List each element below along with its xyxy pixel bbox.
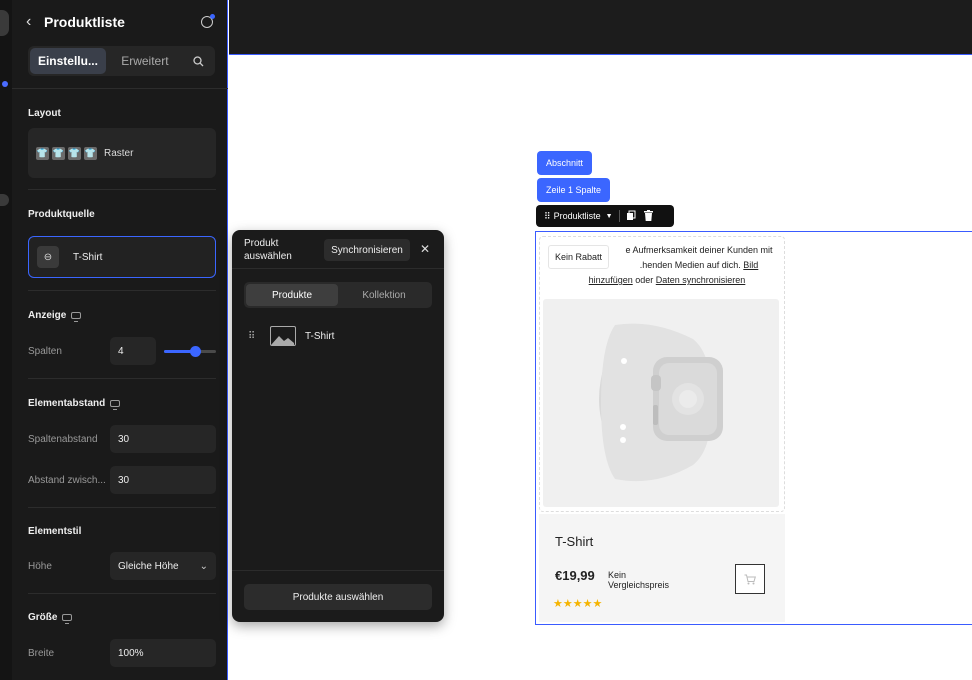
- product-media-area: e Aufmerksamkeit deiner Kunden mit .hend…: [539, 236, 785, 512]
- product-title[interactable]: T-Shirt: [555, 534, 593, 549]
- toolbar-divider: [618, 210, 620, 222]
- search-icon[interactable]: [184, 48, 213, 74]
- spacing-heading-label: Elementabstand: [28, 398, 106, 409]
- product-info: T-Shirt €19,99 Kein Vergleichspreis ★★★★…: [539, 514, 785, 622]
- rail-indicator: [2, 81, 8, 87]
- layout-option-grid[interactable]: 👕 👕 👕 👕 Raster: [28, 128, 216, 178]
- duplicate-icon[interactable]: [626, 210, 636, 223]
- add-image-link-b[interactable]: hinzufügen: [589, 275, 633, 285]
- cart-icon: [744, 574, 756, 584]
- height-label: Höhe: [28, 561, 52, 572]
- tshirt-icon: 👕: [36, 146, 49, 160]
- product-image: [543, 299, 779, 507]
- notice-line-2: .henden Medien auf dich.: [639, 260, 741, 270]
- product-source-icon: ⊖: [37, 246, 59, 268]
- compare-price-line-2: Vergleichspreis: [608, 580, 670, 590]
- close-icon[interactable]: ✕: [420, 242, 430, 256]
- trash-icon[interactable]: [643, 209, 653, 223]
- divider: [232, 570, 444, 571]
- divider: [28, 378, 216, 379]
- tab-advanced[interactable]: Erweitert: [106, 48, 184, 74]
- row-gap-input[interactable]: 30: [110, 466, 216, 494]
- layout-heading: Layout: [28, 108, 61, 119]
- tab-collection[interactable]: Kollektion: [338, 284, 430, 306]
- panel-tabs: Einstellu... Erweitert: [28, 46, 215, 76]
- columns-slider[interactable]: [164, 346, 216, 357]
- settings-panel: ‹ Produktliste Einstellu... Erweitert La…: [12, 0, 228, 680]
- size-heading: Größe: [12, 612, 73, 624]
- tshirt-icon: 👕: [52, 146, 65, 160]
- desktop-icon[interactable]: [62, 614, 73, 624]
- drag-handle-icon[interactable]: ⠿: [544, 211, 551, 222]
- drag-handle-icon[interactable]: ⠿: [248, 331, 270, 342]
- row-chip[interactable]: Zeile 1 Spalte: [537, 178, 611, 202]
- product-source-heading: Produktquelle: [28, 209, 95, 220]
- panel-header: ‹ Produktliste: [12, 0, 227, 44]
- element-toolbar: ⠿ Produktliste ▼: [536, 205, 674, 227]
- popup-title: Produkt auswählen: [244, 238, 292, 262]
- app-rail: [0, 0, 12, 680]
- discount-badge: Kein Rabatt: [548, 245, 610, 269]
- display-heading: Anzeige: [12, 310, 82, 322]
- tab-settings[interactable]: Einstellu...: [30, 48, 106, 74]
- style-heading: Elementstil: [28, 526, 82, 537]
- width-label: Breite: [28, 648, 55, 659]
- sync-button[interactable]: Synchronisieren: [324, 239, 410, 261]
- image-placeholder-icon: [270, 326, 296, 346]
- add-image-link-a[interactable]: Bild: [743, 260, 758, 270]
- compare-price-line-1: Kein: [608, 570, 627, 580]
- back-icon[interactable]: ‹: [26, 13, 44, 31]
- size-heading-label: Größe: [28, 612, 58, 623]
- product-select-popup: Produkt auswählen Synchronisieren ✕ Prod…: [232, 230, 444, 622]
- slider-knob[interactable]: [190, 346, 202, 357]
- desktop-icon[interactable]: [110, 400, 121, 410]
- spacing-heading: Elementabstand: [12, 398, 121, 410]
- layout-option-label: Raster: [104, 147, 134, 159]
- select-products-button[interactable]: Produkte auswählen: [244, 584, 432, 610]
- help-icon[interactable]: [201, 14, 215, 28]
- height-select-value: Gleiche Höhe: [118, 560, 179, 572]
- add-to-cart-button[interactable]: [735, 564, 765, 594]
- product-list-item[interactable]: ⠿ T-Shirt: [248, 326, 334, 346]
- sync-data-link[interactable]: Daten synchronisieren: [656, 275, 746, 285]
- compare-price: Kein Vergleichspreis: [608, 570, 669, 590]
- editor-topbar: [229, 0, 972, 55]
- watch-icon: [599, 323, 723, 482]
- divider: [28, 593, 216, 594]
- columns-label: Spalten: [28, 346, 62, 357]
- width-input[interactable]: 100%: [110, 639, 216, 667]
- rating-stars: ★★★★★: [553, 598, 603, 610]
- height-select[interactable]: Gleiche Höhe ⌄: [110, 552, 216, 580]
- rail-item[interactable]: [0, 10, 9, 36]
- column-gap-input[interactable]: 30: [110, 425, 216, 453]
- tab-products[interactable]: Produkte: [246, 284, 338, 306]
- divider: [28, 507, 216, 508]
- product-card[interactable]: e Aufmerksamkeit deiner Kunden mit .hend…: [539, 236, 785, 622]
- row-gap-label: Abstand zwisch...: [28, 475, 106, 486]
- desktop-icon[interactable]: [71, 312, 82, 322]
- divider: [12, 88, 228, 89]
- divider: [28, 290, 216, 291]
- product-price: €19,99: [555, 568, 595, 583]
- tshirt-icon: 👕: [84, 146, 97, 160]
- tshirt-icon: 👕: [68, 146, 81, 160]
- divider: [28, 189, 216, 190]
- column-gap-label: Spaltenabstand: [28, 434, 98, 445]
- rail-item[interactable]: [0, 194, 9, 206]
- product-item-label: T-Shirt: [305, 330, 335, 342]
- chevron-down-icon: ⌄: [199, 560, 208, 572]
- display-heading-label: Anzeige: [28, 310, 67, 321]
- product-source-value: T-Shirt: [73, 251, 103, 263]
- product-source-picker[interactable]: ⊖ T-Shirt: [28, 236, 216, 278]
- notice-line-1: e Aufmerksamkeit deiner Kunden mit: [625, 245, 773, 255]
- divider: [232, 268, 444, 269]
- panel-title: Produktliste: [44, 14, 125, 30]
- notice-or: oder: [635, 275, 654, 285]
- popup-tabs: Produkte Kollektion: [244, 282, 432, 308]
- toolbar-label[interactable]: Produktliste: [554, 211, 601, 221]
- caret-down-icon[interactable]: ▼: [606, 213, 613, 220]
- columns-input[interactable]: 4: [110, 337, 156, 365]
- section-chip[interactable]: Abschnitt: [537, 151, 593, 175]
